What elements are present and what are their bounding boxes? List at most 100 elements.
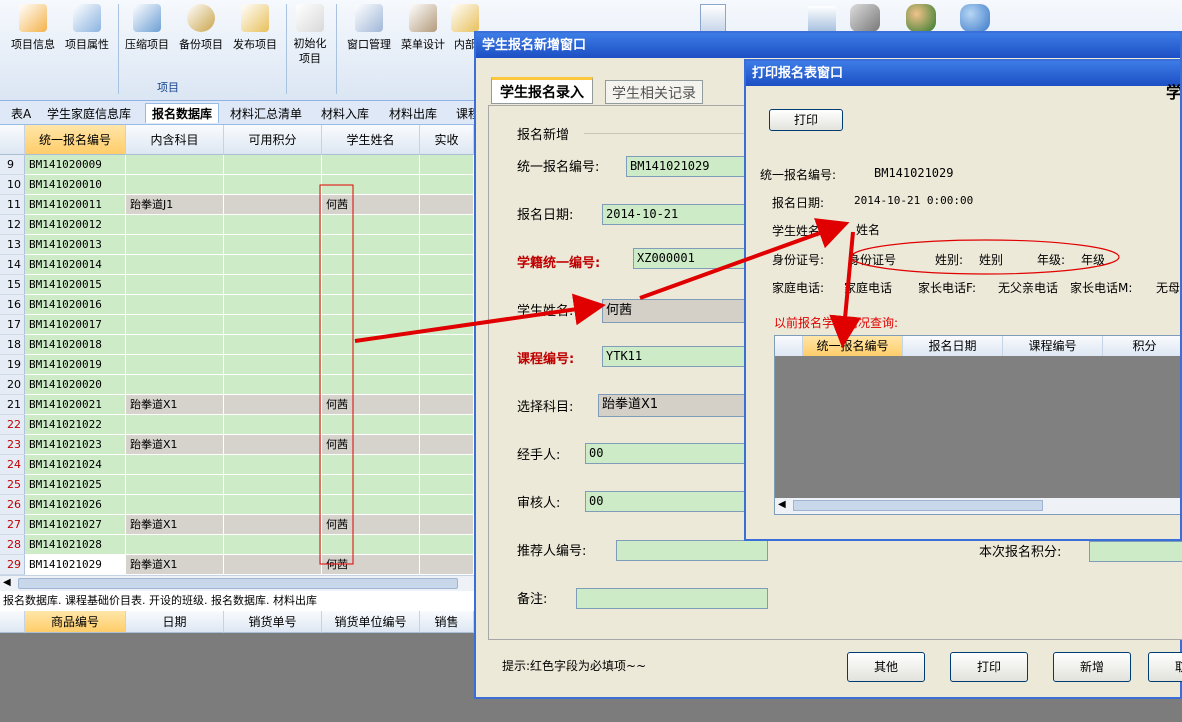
table-cell[interactable] <box>126 475 224 495</box>
row-number[interactable]: 23 <box>0 435 25 455</box>
column-header[interactable]: 销货单号 <box>224 611 322 633</box>
table-cell[interactable] <box>322 415 420 435</box>
table-cell[interactable]: BM141020011 <box>25 195 126 215</box>
table-row[interactable]: 21 BM141020021 跆拳道X1 何茜 <box>0 395 474 415</box>
window-manage-button[interactable]: 窗口管理 <box>342 4 396 52</box>
table-cell[interactable]: BM141020019 <box>25 355 126 375</box>
referrer-field[interactable] <box>616 540 768 561</box>
table-row[interactable]: 18 BM141020018 <box>0 335 474 355</box>
table-row[interactable]: 28 BM141021028 <box>0 535 474 555</box>
table-cell[interactable] <box>224 235 322 255</box>
scroll-left-icon[interactable]: ◀ <box>778 499 786 510</box>
table-cell[interactable] <box>322 375 420 395</box>
scroll-thumb[interactable] <box>18 578 458 589</box>
table-row[interactable]: 22 BM141021022 <box>0 415 474 435</box>
column-header[interactable]: 统一报名编号 <box>25 125 126 155</box>
table-cell[interactable] <box>126 235 224 255</box>
table-cell[interactable] <box>420 535 474 555</box>
row-number[interactable]: 9 <box>0 155 25 175</box>
history-grid[interactable]: 统一报名编号 报名日期 课程编号 积分 ◀ <box>774 335 1180 515</box>
table-cell[interactable] <box>322 315 420 335</box>
column-header[interactable]: 日期 <box>126 611 224 633</box>
column-header[interactable]: 课程编号 <box>1003 336 1103 356</box>
project-info-button[interactable]: 项目信息 <box>6 4 60 52</box>
table-cell[interactable]: 跆拳道X1 <box>126 515 224 535</box>
column-header[interactable]: 销售 <box>420 611 474 633</box>
table-cell[interactable] <box>224 375 322 395</box>
table-cell[interactable] <box>322 215 420 235</box>
table-cell[interactable]: BM141020021 <box>25 395 126 415</box>
table-cell[interactable] <box>126 175 224 195</box>
table-cell[interactable] <box>126 155 224 175</box>
horizontal-scrollbar[interactable]: ◀ <box>0 575 474 591</box>
table-cell[interactable] <box>224 475 322 495</box>
table-cell[interactable] <box>224 435 322 455</box>
column-header[interactable]: 实收 <box>420 125 474 155</box>
table-cell[interactable] <box>420 555 474 575</box>
table-cell[interactable] <box>322 275 420 295</box>
table-cell[interactable]: BM141020009 <box>25 155 126 175</box>
table-cell[interactable]: BM141021026 <box>25 495 126 515</box>
table-cell[interactable] <box>322 355 420 375</box>
publish-project-button[interactable]: 发布项目 <box>228 4 282 52</box>
table-cell[interactable] <box>126 415 224 435</box>
tab-records[interactable]: 学生相关记录 <box>605 80 703 104</box>
table-cell[interactable] <box>224 415 322 435</box>
row-number[interactable]: 22 <box>0 415 25 435</box>
table-row[interactable]: 9 BM141020009 <box>0 155 474 175</box>
table-cell[interactable] <box>420 335 474 355</box>
table-cell[interactable] <box>322 295 420 315</box>
table-row[interactable]: 29 BM141021029 跆拳道X1 何茜 <box>0 555 474 575</box>
table-cell[interactable] <box>224 295 322 315</box>
row-number[interactable]: 24 <box>0 455 25 475</box>
table-cell[interactable] <box>224 155 322 175</box>
column-header[interactable]: 报名日期 <box>903 336 1003 356</box>
handler-field[interactable]: 00 <box>585 443 762 464</box>
row-number[interactable]: 10 <box>0 175 25 195</box>
table-cell[interactable]: 何茜 <box>322 395 420 415</box>
compress-project-button[interactable]: 压缩项目 <box>120 4 174 52</box>
table-cell[interactable] <box>322 235 420 255</box>
tab-table-a[interactable]: 表A <box>11 105 31 122</box>
table-cell[interactable]: BM141021029 <box>25 555 126 575</box>
table-cell[interactable]: BM141021025 <box>25 475 126 495</box>
table-cell[interactable]: 跆拳道X1 <box>126 555 224 575</box>
row-number[interactable]: 28 <box>0 535 25 555</box>
table-row[interactable]: 23 BM141021023 跆拳道X1 何茜 <box>0 435 474 455</box>
tab-family-info[interactable]: 学生家庭信息库 <box>47 105 131 122</box>
user-settings-icon[interactable] <box>960 4 990 32</box>
table-cell[interactable] <box>224 215 322 235</box>
note-field[interactable] <box>576 588 768 609</box>
table-cell[interactable] <box>126 255 224 275</box>
table-cell[interactable] <box>420 375 474 395</box>
table-cell[interactable] <box>322 335 420 355</box>
table-cell[interactable] <box>322 175 420 195</box>
table-cell[interactable] <box>224 555 322 575</box>
table-cell[interactable] <box>420 415 474 435</box>
table-row[interactable]: 15 BM141020015 <box>0 275 474 295</box>
course-number-field[interactable]: YTK11 <box>602 346 762 367</box>
table-cell[interactable] <box>420 175 474 195</box>
column-header[interactable]: 销货单位编号 <box>322 611 420 633</box>
table-cell[interactable]: 跆拳道J1 <box>126 195 224 215</box>
table-cell[interactable]: 何茜 <box>322 515 420 535</box>
table-cell[interactable] <box>224 395 322 415</box>
row-number[interactable]: 19 <box>0 355 25 375</box>
reviewer-field[interactable]: 00 <box>585 491 762 512</box>
row-number[interactable]: 17 <box>0 315 25 335</box>
print-form-button[interactable]: 打印 <box>769 109 843 131</box>
tab-material-summary[interactable]: 材料汇总清单 <box>230 105 302 122</box>
column-header[interactable]: 内含科目 <box>126 125 224 155</box>
column-header[interactable]: 可用积分 <box>224 125 322 155</box>
table-cell[interactable] <box>126 495 224 515</box>
table-cell[interactable] <box>420 275 474 295</box>
tab-material-in[interactable]: 材料入库 <box>321 105 369 122</box>
row-number[interactable]: 13 <box>0 235 25 255</box>
table-cell[interactable]: 何茜 <box>322 555 420 575</box>
table-cell[interactable] <box>420 295 474 315</box>
table-cell[interactable] <box>322 535 420 555</box>
table-cell[interactable] <box>126 455 224 475</box>
table-cell[interactable] <box>420 235 474 255</box>
table-cell[interactable]: BM141021027 <box>25 515 126 535</box>
row-number[interactable]: 26 <box>0 495 25 515</box>
